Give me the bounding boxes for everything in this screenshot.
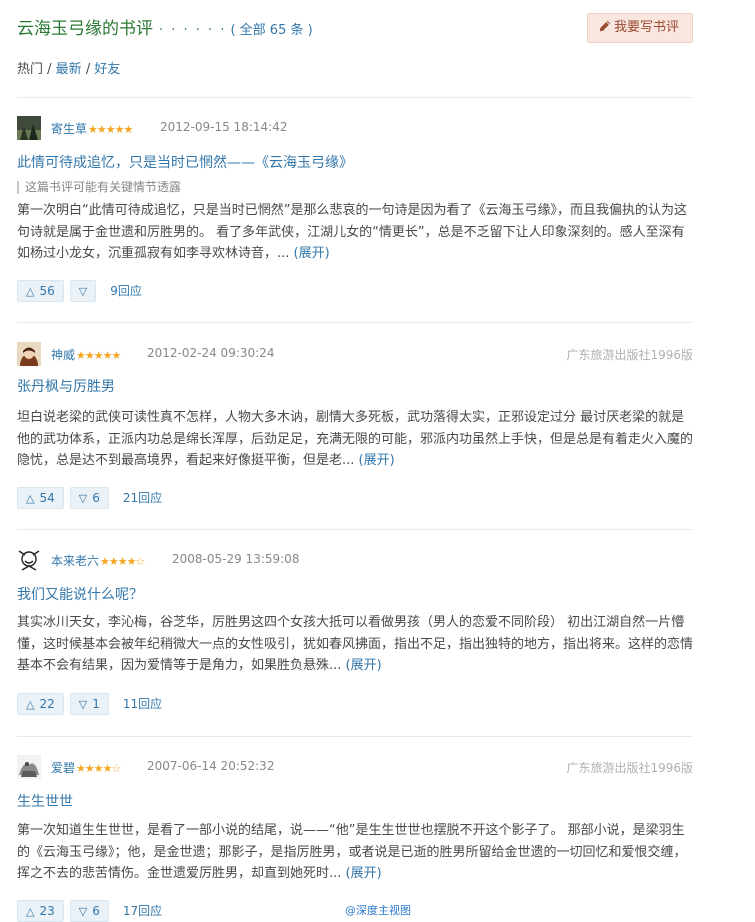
- downvote-button[interactable]: ▽ 6: [69, 900, 109, 922]
- review-excerpt: 坦白说老梁的武侠可读性真不怎样，人物大多木讷，剧情大多死板，武功落得太实，正邪设…: [17, 407, 693, 472]
- author-name[interactable]: 寄生草: [51, 122, 87, 136]
- section-title-text[interactable]: 云海玉弓缘的书评: [17, 19, 153, 39]
- review-title[interactable]: 张丹枫与厉胜男: [17, 376, 115, 396]
- pencil-icon: [599, 20, 611, 32]
- review-excerpt: 第一次明白“此情可待成追忆，只是当时已惘然”是那么悲哀的一句诗是因为看了《云海玉…: [17, 200, 693, 265]
- rating-stars: ★★★★☆: [100, 555, 145, 568]
- section-title: 云海玉弓缘的书评 · · · · · ·( 全部 65 条 ): [17, 14, 313, 39]
- review-title[interactable]: 此情可待成追忆，只是当时已惘然——《云海玉弓缘》: [17, 152, 353, 172]
- author-name[interactable]: 神威: [51, 348, 75, 362]
- thumbs-down-icon: ▽: [78, 492, 88, 505]
- review-actions: △ 56 ▽ 9回应: [17, 280, 142, 302]
- replies-link[interactable]: 21回应: [123, 487, 162, 509]
- review-item: 本来老六★★★★☆ 2008-05-29 13:59:08 我们又能说什么呢？ …: [17, 548, 693, 715]
- review-body: 第一次明白“此情可待成追忆，只是当时已惘然”是那么悲哀的一句诗是因为看了《云海玉…: [17, 203, 687, 261]
- review-header: 爱碧★★★★☆ 2007-06-14 20:52:32 广东旅游出版社1996版: [17, 755, 693, 781]
- replies-link[interactable]: 11回应: [123, 693, 162, 715]
- divider: [17, 322, 693, 323]
- upvote-button[interactable]: △ 56: [17, 280, 64, 302]
- review-actions: △ 23 ▽ 6 17回应: [17, 900, 162, 922]
- downvote-count: 6: [92, 491, 100, 505]
- downvote-button[interactable]: ▽ 1: [69, 693, 109, 715]
- replies-link[interactable]: 17回应: [123, 900, 162, 922]
- edition-info: 广东旅游出版社1996版: [566, 761, 693, 775]
- write-review-button[interactable]: 我要写书评: [586, 13, 693, 43]
- expand-link[interactable]: (展开): [346, 658, 382, 673]
- downvote-count: 1: [92, 697, 100, 711]
- sort-filters: 热门 / 最新 / 好友: [17, 58, 120, 77]
- review-author: 神威★★★★★: [51, 346, 121, 363]
- review-date: 2012-09-15 18:14:42: [160, 120, 288, 134]
- avatar[interactable]: [17, 116, 41, 140]
- avatar[interactable]: [17, 755, 41, 779]
- rating-stars: ★★★★★: [88, 123, 133, 136]
- review-author: 爱碧★★★★☆: [51, 759, 121, 776]
- avatar[interactable]: [17, 342, 41, 366]
- spoiler-warning: 这篇书评可能有关键情节透露: [17, 181, 181, 194]
- expand-link[interactable]: (展开): [294, 246, 330, 261]
- expand-link[interactable]: (展开): [346, 866, 382, 881]
- filter-separator: /: [81, 62, 95, 77]
- avatar[interactable]: [17, 548, 41, 572]
- divider: [17, 529, 693, 530]
- author-name[interactable]: 本来老六: [51, 554, 99, 568]
- expand-link[interactable]: (展开): [359, 453, 395, 468]
- review-author: 寄生草★★★★★: [51, 120, 133, 137]
- thumbs-down-icon: ▽: [78, 905, 88, 918]
- review-excerpt: 其实冰川天女，李沁梅，谷芝华，厉胜男这四个女孩大抵可以看做男孩（男人的恋爱不同阶…: [17, 612, 693, 677]
- review-count[interactable]: ( 全部 65 条 ): [230, 23, 312, 38]
- review-item: 寄生草★★★★★ 2012-09-15 18:14:42 此情可待成追忆，只是当…: [17, 116, 693, 302]
- thumbs-up-icon: △: [26, 492, 35, 505]
- review-date: 2007-06-14 20:52:32: [147, 759, 275, 773]
- divider: [17, 97, 693, 98]
- review-date: 2012-02-24 09:30:24: [147, 346, 275, 360]
- divider: [17, 736, 693, 737]
- filter-friends[interactable]: 好友: [94, 62, 120, 77]
- filter-separator: /: [43, 62, 56, 77]
- upvote-count: 23: [39, 904, 55, 918]
- filter-hot: 热门: [17, 62, 44, 77]
- thumbs-up-icon: △: [26, 905, 35, 918]
- review-item: 神威★★★★★ 2012-02-24 09:30:24 广东旅游出版社1996版…: [17, 342, 693, 509]
- thumbs-up-icon: △: [26, 698, 35, 711]
- title-dots: · · · · · ·: [159, 23, 227, 38]
- review-date: 2008-05-29 13:59:08: [172, 552, 300, 566]
- downvote-button[interactable]: ▽ 6: [69, 487, 109, 509]
- upvote-count: 56: [39, 284, 55, 298]
- review-header: 寄生草★★★★★ 2012-09-15 18:14:42: [17, 116, 693, 142]
- thumbs-down-icon: ▽: [78, 285, 88, 298]
- downvote-count: 6: [92, 904, 100, 918]
- author-name[interactable]: 爱碧: [51, 761, 75, 775]
- filter-latest[interactable]: 最新: [56, 62, 82, 77]
- review-author: 本来老六★★★★☆: [51, 552, 145, 569]
- review-actions: △ 54 ▽ 6 21回应: [17, 487, 162, 509]
- review-body: 坦白说老梁的武侠可读性真不怎样，人物大多木讷，剧情大多死板，武功落得太实，正邪设…: [17, 410, 694, 468]
- edition-info: 广东旅游出版社1996版: [566, 348, 693, 362]
- downvote-button[interactable]: ▽: [69, 280, 97, 302]
- watermark: @深度主视图: [345, 904, 411, 917]
- upvote-count: 54: [39, 491, 55, 505]
- upvote-button[interactable]: △ 22: [17, 693, 64, 715]
- review-excerpt: 第一次知道生生世世，是看了一部小说的结尾，说——“他”是生生世世也摆脱不开这个影…: [17, 820, 693, 885]
- upvote-button[interactable]: △ 54: [17, 487, 64, 509]
- review-title[interactable]: 我们又能说什么呢？: [17, 584, 143, 604]
- review-title[interactable]: 生生世世: [17, 791, 73, 811]
- replies-link[interactable]: 9回应: [110, 280, 142, 302]
- review-header: 本来老六★★★★☆ 2008-05-29 13:59:08: [17, 548, 693, 574]
- thumbs-up-icon: △: [26, 285, 35, 298]
- rating-stars: ★★★★☆: [76, 762, 121, 775]
- thumbs-down-icon: ▽: [78, 698, 88, 711]
- reviews-section: 云海玉弓缘的书评 · · · · · ·( 全部 65 条 ) 我要写书评 热门 …: [17, 0, 693, 922]
- review-item: 爱碧★★★★☆ 2007-06-14 20:52:32 广东旅游出版社1996版…: [17, 755, 693, 922]
- upvote-button[interactable]: △ 23: [17, 900, 64, 922]
- section-header: 云海玉弓缘的书评 · · · · · ·( 全部 65 条 ) 我要写书评: [17, 0, 693, 48]
- write-review-label: 我要写书评: [613, 20, 679, 35]
- upvote-count: 22: [39, 697, 55, 711]
- review-actions: △ 22 ▽ 1 11回应: [17, 693, 162, 715]
- rating-stars: ★★★★★: [76, 349, 121, 362]
- review-header: 神威★★★★★ 2012-02-24 09:30:24 广东旅游出版社1996版: [17, 342, 693, 368]
